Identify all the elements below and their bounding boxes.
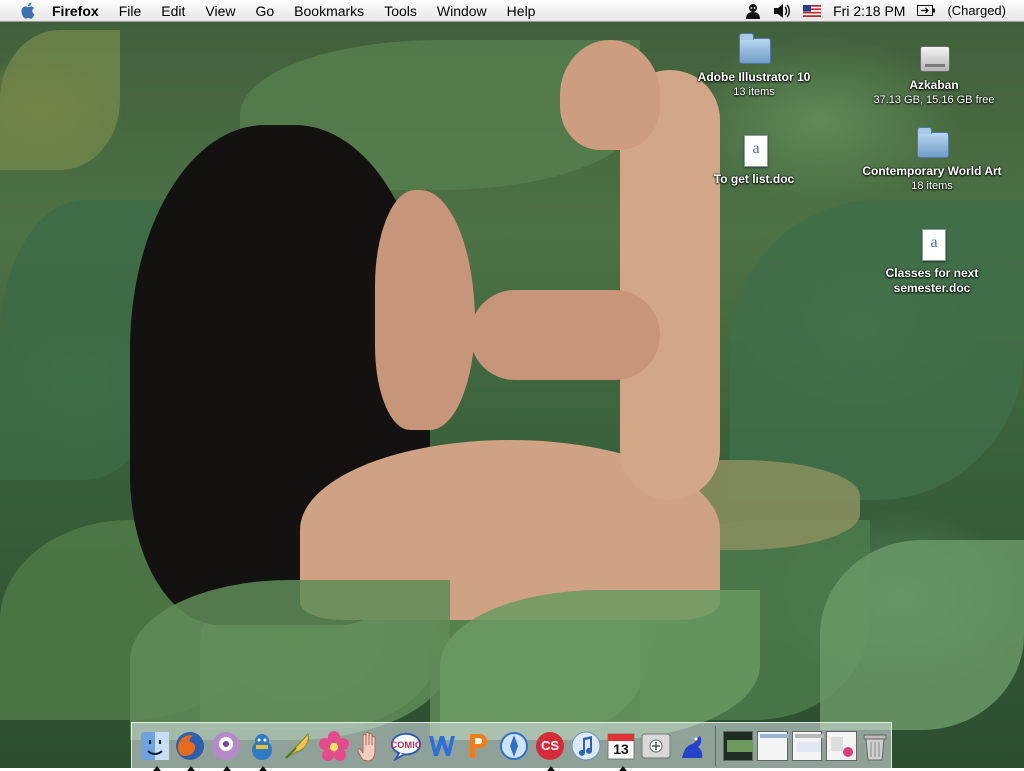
menu-go[interactable]: Go — [245, 0, 284, 22]
system-preferences-icon[interactable] — [640, 730, 672, 762]
ical-day: 13 — [613, 740, 629, 757]
window-thumb-1[interactable] — [722, 730, 754, 761]
window-thumb-4[interactable] — [826, 730, 858, 761]
adium-duck-icon[interactable] — [246, 730, 278, 771]
svg-text:COMIC: COMIC — [390, 738, 422, 749]
itunes-icon[interactable] — [570, 730, 602, 762]
desktop-wallpaper — [0, 0, 1024, 768]
word-icon[interactable] — [426, 730, 458, 762]
window-thumb-2[interactable] — [757, 730, 790, 761]
apple-icon[interactable] — [18, 2, 36, 20]
desktop-icon-label: Azkaban — [909, 78, 959, 92]
desktop-icon-classes-for-next-semester[interactable]: a Classes for next semester.doc — [862, 228, 1002, 296]
desktop-icon-label: Contemporary World Art — [862, 164, 1002, 178]
menu-app-firefox[interactable]: Firefox — [46, 0, 109, 22]
dock: COMIC CS 13 — [131, 722, 892, 771]
menu-clock[interactable]: Fri 2:18 PM — [827, 0, 911, 22]
figure-forearm — [470, 290, 660, 380]
creative-suite-icon[interactable]: CS — [534, 730, 566, 771]
desktop-icon-label: To get list.doc — [713, 172, 795, 186]
pink-flower-icon[interactable] — [318, 730, 350, 762]
itunes-purple-icon[interactable] — [210, 730, 242, 771]
user-icon[interactable] — [739, 0, 767, 22]
desktop-icon-contemporary-world-art[interactable]: Contemporary World Art 18 items — [862, 126, 1002, 194]
desktop-icon-info: 18 items — [911, 180, 953, 192]
window-thumb-3[interactable] — [791, 730, 824, 761]
powerpoint-icon[interactable] — [462, 730, 494, 762]
desktop-icon-label: Classes for next semester.doc — [885, 266, 979, 295]
us-flag-icon[interactable] — [797, 0, 827, 22]
folder-icon — [736, 32, 772, 66]
desktop-icon-azkaban[interactable]: Azkaban 37.13 GB, 15.16 GB free — [864, 40, 1004, 108]
desktop-icon-to-get-list[interactable]: a To get list.doc — [684, 134, 824, 187]
frog-icon[interactable] — [676, 730, 708, 762]
desktop-icon-adobe-illustrator[interactable]: Adobe Illustrator 10 13 items — [684, 32, 824, 100]
battery-icon[interactable] — [911, 0, 941, 22]
menu-file[interactable]: File — [109, 0, 152, 22]
ical-icon[interactable]: 13 — [606, 730, 636, 771]
firefox-icon[interactable] — [174, 730, 206, 771]
feather-pen-icon[interactable] — [282, 730, 314, 762]
menu-view[interactable]: View — [195, 0, 245, 22]
figure-hand — [560, 40, 660, 150]
document-icon: a — [914, 228, 950, 262]
menu-bookmarks[interactable]: Bookmarks — [284, 0, 374, 22]
desktop-icon-info: 13 items — [733, 86, 775, 98]
dock-separator — [715, 725, 716, 766]
finder-icon[interactable] — [140, 730, 170, 771]
creative-suite-label: CS — [540, 738, 560, 753]
hard-drive-icon — [916, 40, 952, 74]
comic-life-icon[interactable]: COMIC — [390, 730, 422, 762]
volume-icon[interactable] — [767, 0, 797, 22]
safari-icon[interactable] — [498, 730, 530, 762]
menu-window[interactable]: Window — [427, 0, 497, 22]
folder-icon — [914, 126, 950, 160]
hand-icon[interactable] — [354, 730, 386, 762]
menu-help[interactable]: Help — [497, 0, 546, 22]
trash-icon[interactable] — [861, 730, 889, 762]
desktop-icon-info: 37.13 GB, 15.16 GB free — [873, 94, 995, 106]
figure-face — [375, 190, 475, 430]
desktop-icon-label: Adobe Illustrator 10 — [697, 70, 811, 84]
menu-edit[interactable]: Edit — [151, 0, 195, 22]
menu-bar: Firefox File Edit View Go Bookmarks Tool… — [0, 0, 1024, 22]
document-icon: a — [736, 134, 772, 168]
menu-tools[interactable]: Tools — [374, 0, 427, 22]
battery-status[interactable]: (Charged) — [941, 0, 1024, 22]
